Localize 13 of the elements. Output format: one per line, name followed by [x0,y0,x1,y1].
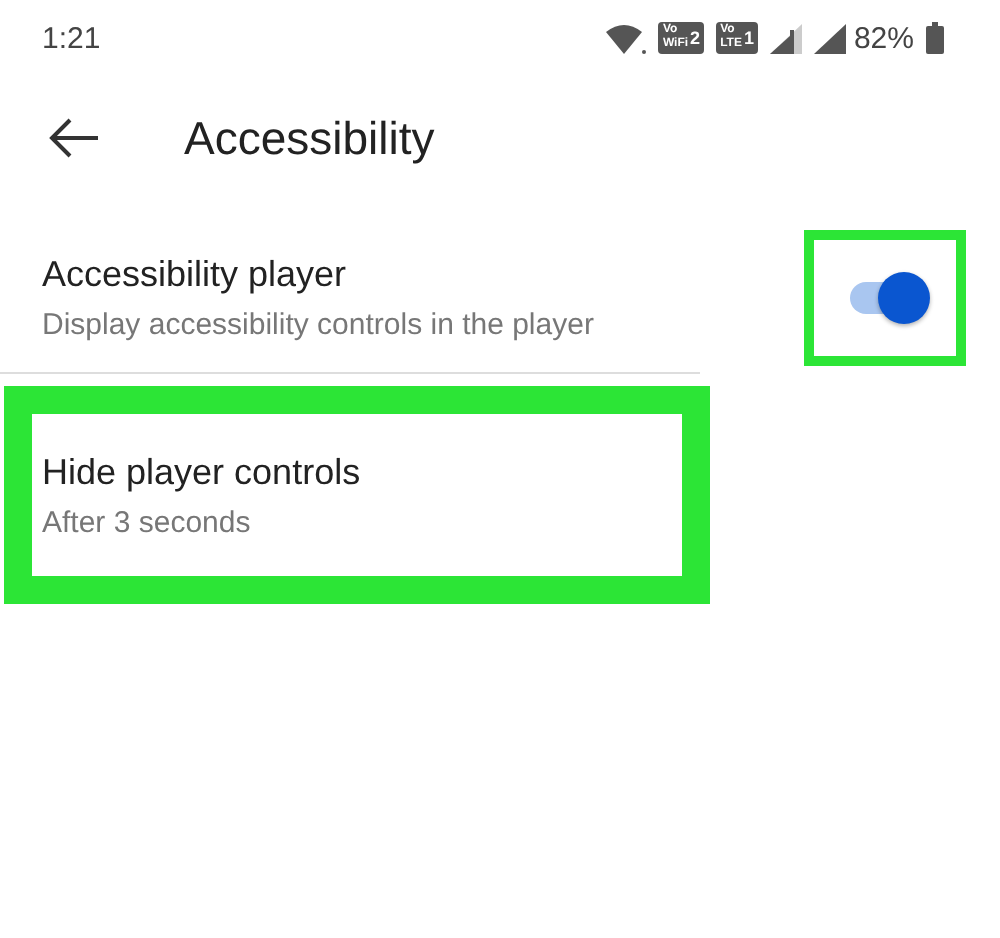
back-icon [48,118,100,158]
time: 1:21 [42,21,101,55]
setting-title: Accessibility player [42,254,349,296]
signal-icon [813,23,846,53]
setting-subtitle: After 3 seconds [42,505,253,539]
battery-level: 82% [853,21,914,55]
setting-title: Hide player controls [42,451,363,493]
wifi-icon [606,23,647,53]
signal-icon [769,23,802,53]
page-title: Accessibility [184,111,435,165]
back-button[interactable] [48,118,100,158]
battery-icon [926,22,944,54]
setting-subtitle: Display accessibility controls in the player [42,308,596,342]
